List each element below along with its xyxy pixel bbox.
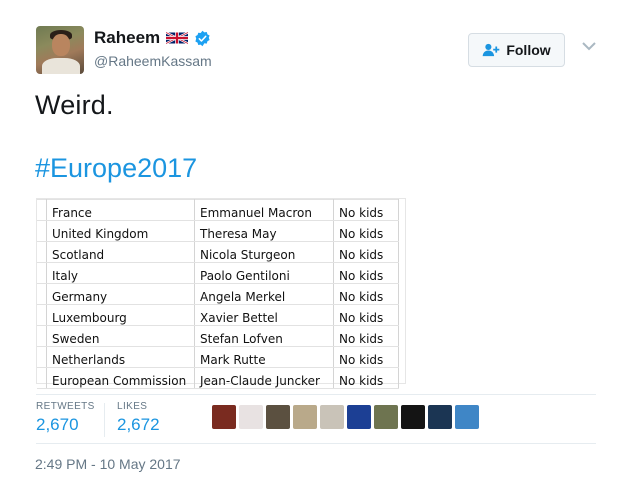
author-handle[interactable]: @RaheemKassam — [94, 53, 212, 69]
avatar-face — [52, 34, 70, 56]
table-gutter-cell — [37, 367, 47, 389]
country-cell: Sweden — [46, 325, 195, 347]
stats-divider-bottom — [36, 443, 596, 444]
table-row: Luxembourg Xavier Bettel No kids — [37, 304, 399, 326]
liker-avatar-8[interactable] — [401, 405, 425, 429]
leader-cell: Jean-Claude Juncker — [194, 367, 334, 389]
table-gutter-cell — [37, 199, 47, 221]
leader-cell: Theresa May — [194, 220, 334, 242]
author-name-row: Raheem — [94, 28, 211, 48]
kids-cell: No kids — [333, 220, 399, 242]
country-cell: Scotland — [46, 241, 195, 263]
liker-avatar-7[interactable] — [374, 405, 398, 429]
kids-cell: No kids — [333, 283, 399, 305]
table-gutter-cell — [37, 304, 47, 326]
follow-button-label: Follow — [506, 42, 551, 58]
leader-cell: Emmanuel Macron — [194, 199, 334, 221]
country-cell: United Kingdom — [46, 220, 195, 242]
table-gutter-cell — [37, 220, 47, 242]
kids-cell: No kids — [333, 262, 399, 284]
kids-cell: No kids — [333, 346, 399, 368]
leader-cell: Angela Merkel — [194, 283, 334, 305]
table-gutter-cell — [37, 346, 47, 368]
retweets-label: RETWEETS — [36, 401, 95, 412]
liker-avatar-9[interactable] — [428, 405, 452, 429]
kids-cell: No kids — [333, 325, 399, 347]
table-gutter-cell — [37, 325, 47, 347]
table-row: Sweden Stefan Lofven No kids — [37, 325, 399, 347]
add-user-icon — [483, 43, 500, 57]
leaders-table: France Emmanuel Macron No kids United Kingd… — [37, 199, 399, 389]
tweet-timestamp[interactable]: 2:49 PM - 10 May 2017 — [35, 456, 181, 472]
leader-cell: Stefan Lofven — [194, 325, 334, 347]
tweet-image-table[interactable]: France Emmanuel Macron No kids United Kingd… — [36, 198, 406, 389]
likes-label: LIKES — [117, 401, 148, 412]
author-avatar[interactable] — [36, 26, 84, 74]
table-row: France Emmanuel Macron No kids — [37, 199, 399, 221]
stats-divider-top — [36, 394, 596, 395]
hashtag-link[interactable]: #Europe2017 — [35, 153, 197, 184]
kids-cell: No kids — [333, 199, 399, 221]
liker-avatar-1[interactable] — [212, 405, 236, 429]
table-row: United Kingdom Theresa May No kids — [37, 220, 399, 242]
retweets-count: 2,670 — [36, 415, 79, 434]
table-gutter-cell — [37, 262, 47, 284]
kids-cell: No kids — [333, 241, 399, 263]
leader-cell: Mark Rutte — [194, 346, 334, 368]
country-cell: European Commission — [46, 367, 195, 389]
liker-avatar-10[interactable] — [455, 405, 479, 429]
table-row: Germany Angela Merkel No kids — [37, 283, 399, 305]
table-gutter-cell — [37, 241, 47, 263]
leader-cell: Paolo Gentiloni — [194, 262, 334, 284]
country-cell: France — [46, 199, 195, 221]
table-row: Italy Paolo Gentiloni No kids — [37, 262, 399, 284]
leader-cell: Xavier Bettel — [194, 304, 334, 326]
author-display-name[interactable]: Raheem — [94, 28, 160, 48]
liker-avatar-6[interactable] — [347, 405, 371, 429]
stat-separator — [104, 403, 105, 437]
retweets-stat[interactable]: RETWEETS 2,670 — [36, 401, 95, 435]
verified-badge-icon — [195, 30, 210, 46]
chevron-down-icon[interactable] — [582, 40, 596, 52]
liker-avatar-4[interactable] — [293, 405, 317, 429]
likes-stat[interactable]: LIKES 2,672 — [117, 401, 160, 435]
avatar-shirt — [42, 58, 80, 74]
liker-avatars — [212, 405, 479, 429]
table-gutter-cell — [37, 283, 47, 305]
table-row: European Commission Jean-Claude Juncker No… — [37, 367, 399, 389]
uk-flag-icon — [166, 31, 189, 45]
follow-button[interactable]: Follow — [468, 33, 565, 67]
country-cell: Italy — [46, 262, 195, 284]
tweet-text: Weird. — [35, 90, 114, 120]
liker-avatar-5[interactable] — [320, 405, 344, 429]
likes-count: 2,672 — [117, 415, 160, 434]
leader-cell: Nicola Sturgeon — [194, 241, 334, 263]
country-cell: Netherlands — [46, 346, 195, 368]
table-row: Netherlands Mark Rutte No kids — [37, 346, 399, 368]
kids-cell: No kids — [333, 304, 399, 326]
country-cell: Germany — [46, 283, 195, 305]
kids-cell: No kids — [333, 367, 399, 389]
table-row: Scotland Nicola Sturgeon No kids — [37, 241, 399, 263]
country-cell: Luxembourg — [46, 304, 195, 326]
liker-avatar-2[interactable] — [239, 405, 263, 429]
liker-avatar-3[interactable] — [266, 405, 290, 429]
